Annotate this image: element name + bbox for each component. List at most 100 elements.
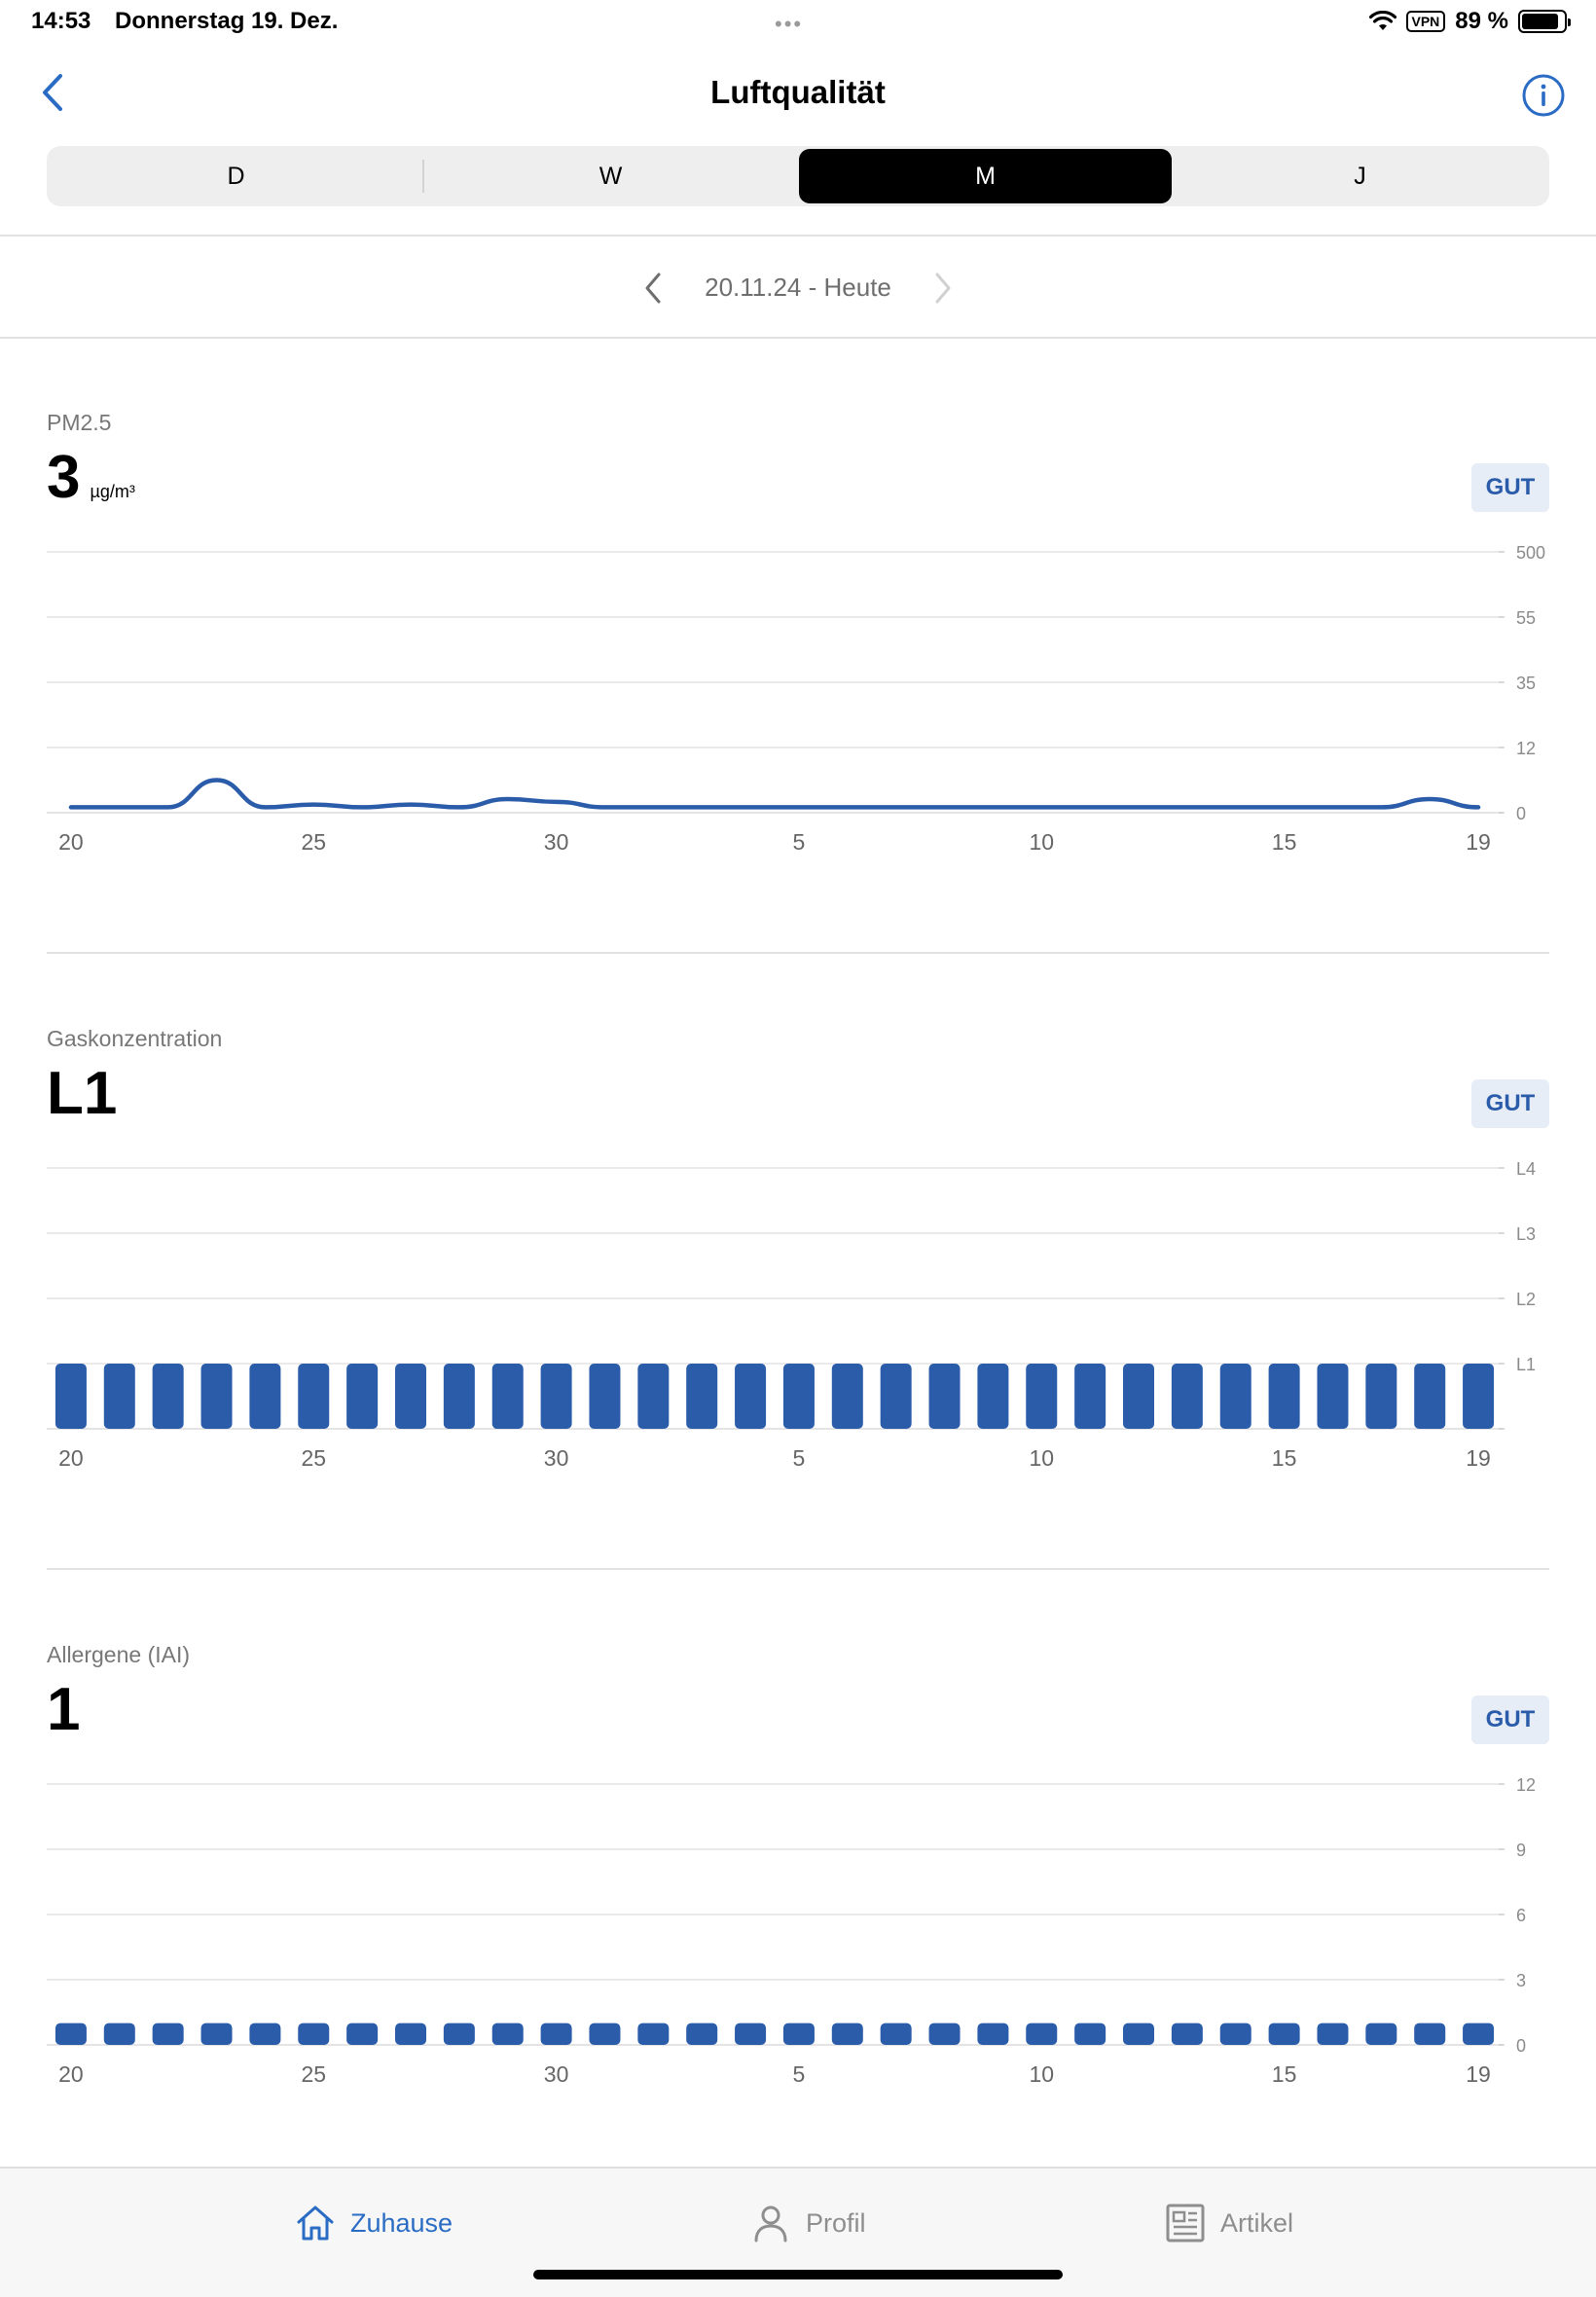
bar bbox=[928, 2023, 961, 2045]
x-tick-label: 20 bbox=[58, 829, 84, 855]
date-range-label: 20.11.24 - Heute bbox=[705, 273, 891, 302]
x-tick-label: 25 bbox=[301, 1445, 326, 1471]
x-tick-label: 15 bbox=[1272, 829, 1297, 855]
gas-label: Gaskonzentration bbox=[47, 1026, 223, 1051]
bar bbox=[1317, 2023, 1349, 2045]
bar bbox=[1074, 1364, 1106, 1429]
tab-articles[interactable]: Artikel bbox=[1164, 2202, 1293, 2244]
bar bbox=[637, 2023, 670, 2045]
bar bbox=[298, 1364, 330, 1429]
bar bbox=[1219, 2023, 1251, 2045]
y-tick-label: 6 bbox=[1516, 1906, 1526, 1925]
home-icon bbox=[297, 2206, 334, 2241]
bar bbox=[200, 1364, 233, 1429]
bar bbox=[200, 2023, 233, 2045]
bar bbox=[831, 2023, 863, 2045]
bar bbox=[346, 2023, 379, 2045]
x-tick-label: 5 bbox=[793, 2061, 806, 2087]
segment-month[interactable]: M bbox=[799, 149, 1172, 203]
tab-home[interactable]: Zuhause bbox=[294, 2202, 453, 2244]
allergens-chart: 0 3 6 9 12 20 25 30 5 10 15 19 bbox=[47, 1775, 1536, 2087]
bar bbox=[1414, 1364, 1446, 1429]
bar bbox=[589, 2023, 621, 2045]
x-tick-label: 30 bbox=[544, 2061, 569, 2087]
tab-profile-label: Profil bbox=[806, 2207, 866, 2238]
bar bbox=[1171, 2023, 1203, 2045]
battery-level-fill bbox=[1522, 14, 1559, 29]
status-date: Donnerstag 19. Dez. bbox=[115, 8, 339, 34]
segment-year[interactable]: J bbox=[1174, 149, 1546, 203]
status-indicators: VPN 89 % bbox=[1368, 8, 1571, 35]
y-tick-label: 0 bbox=[1516, 2036, 1526, 2056]
bar bbox=[1026, 2023, 1058, 2045]
vpn-badge: VPN bbox=[1405, 11, 1446, 32]
x-tick-label: 20 bbox=[58, 1445, 84, 1471]
bar bbox=[298, 2023, 330, 2045]
gas-chart: L1 L2 L3 L4 20 25 30 5 10 15 19 bbox=[47, 1159, 1536, 1471]
bar bbox=[1026, 1364, 1058, 1429]
x-tick-label: 19 bbox=[1466, 1445, 1491, 1471]
segment-week[interactable]: W bbox=[424, 149, 797, 203]
bar bbox=[54, 2023, 87, 2045]
x-tick-label: 19 bbox=[1466, 829, 1491, 855]
section-divider bbox=[47, 1568, 1549, 1570]
bar bbox=[491, 2023, 524, 2045]
bar bbox=[540, 1364, 572, 1429]
multitasking-dots-icon[interactable]: ••• bbox=[775, 12, 803, 37]
next-period-button[interactable] bbox=[923, 269, 961, 308]
bar bbox=[1365, 1364, 1397, 1429]
y-tick-label: 0 bbox=[1516, 804, 1526, 823]
allergens-label: Allergene (IAI) bbox=[47, 1642, 191, 1667]
bar bbox=[1268, 1364, 1300, 1429]
bar bbox=[686, 1364, 718, 1429]
gas-status-badge: GUT bbox=[1471, 1079, 1549, 1128]
bar bbox=[1171, 1364, 1203, 1429]
home-indicator[interactable] bbox=[533, 2270, 1063, 2279]
pm25-unit: µg/m³ bbox=[90, 482, 135, 501]
tab-home-label: Zuhause bbox=[350, 2207, 453, 2238]
bar bbox=[1414, 2023, 1446, 2045]
bar bbox=[1123, 1364, 1154, 1429]
bar bbox=[880, 2023, 912, 2045]
bar bbox=[54, 1364, 87, 1429]
bar bbox=[735, 1364, 767, 1429]
bar bbox=[103, 1364, 135, 1429]
wifi-icon bbox=[1368, 11, 1396, 30]
bar bbox=[1219, 1364, 1251, 1429]
tab-profile[interactable]: Profil bbox=[749, 2202, 866, 2244]
x-tick-label: 5 bbox=[793, 1445, 806, 1471]
y-tick-label: 500 bbox=[1516, 543, 1545, 563]
bar bbox=[103, 2023, 135, 2045]
pm25-value: 3 µg/m³ bbox=[47, 448, 135, 508]
section-divider bbox=[47, 952, 1549, 954]
bar bbox=[1074, 2023, 1106, 2045]
bar bbox=[637, 1364, 670, 1429]
segment-year-label: J bbox=[1354, 162, 1366, 190]
pm25-chart: 0 12 35 55 500 20 25 30 5 10 15 19 bbox=[47, 543, 1545, 855]
y-tick-label: 3 bbox=[1516, 1971, 1526, 1990]
segment-day[interactable]: D bbox=[50, 149, 422, 203]
bar bbox=[249, 2023, 281, 2045]
x-tick-label: 15 bbox=[1272, 1445, 1297, 1471]
info-button[interactable] bbox=[1520, 72, 1567, 119]
x-tick-label: 10 bbox=[1029, 2061, 1054, 2087]
x-tick-label: 30 bbox=[544, 829, 569, 855]
battery-icon bbox=[1518, 10, 1571, 33]
bar bbox=[152, 1364, 184, 1429]
navigation-bar: Luftqualität bbox=[0, 56, 1596, 134]
status-time: 14:53 bbox=[31, 8, 91, 34]
y-tick-label: L1 bbox=[1516, 1355, 1536, 1374]
page-title: Luftqualität bbox=[710, 74, 886, 110]
divider bbox=[0, 337, 1596, 339]
person-icon bbox=[754, 2206, 787, 2242]
bar bbox=[735, 2023, 767, 2045]
tab-articles-label: Artikel bbox=[1220, 2207, 1294, 2238]
series-line bbox=[68, 778, 1481, 810]
bar bbox=[928, 1364, 961, 1429]
bar bbox=[880, 1364, 912, 1429]
y-tick-label: L3 bbox=[1516, 1224, 1536, 1244]
pm25-number: 3 bbox=[47, 444, 81, 511]
bar bbox=[782, 1364, 815, 1429]
x-tick-label: 25 bbox=[301, 829, 326, 855]
pm25-status-badge: GUT bbox=[1471, 463, 1549, 512]
